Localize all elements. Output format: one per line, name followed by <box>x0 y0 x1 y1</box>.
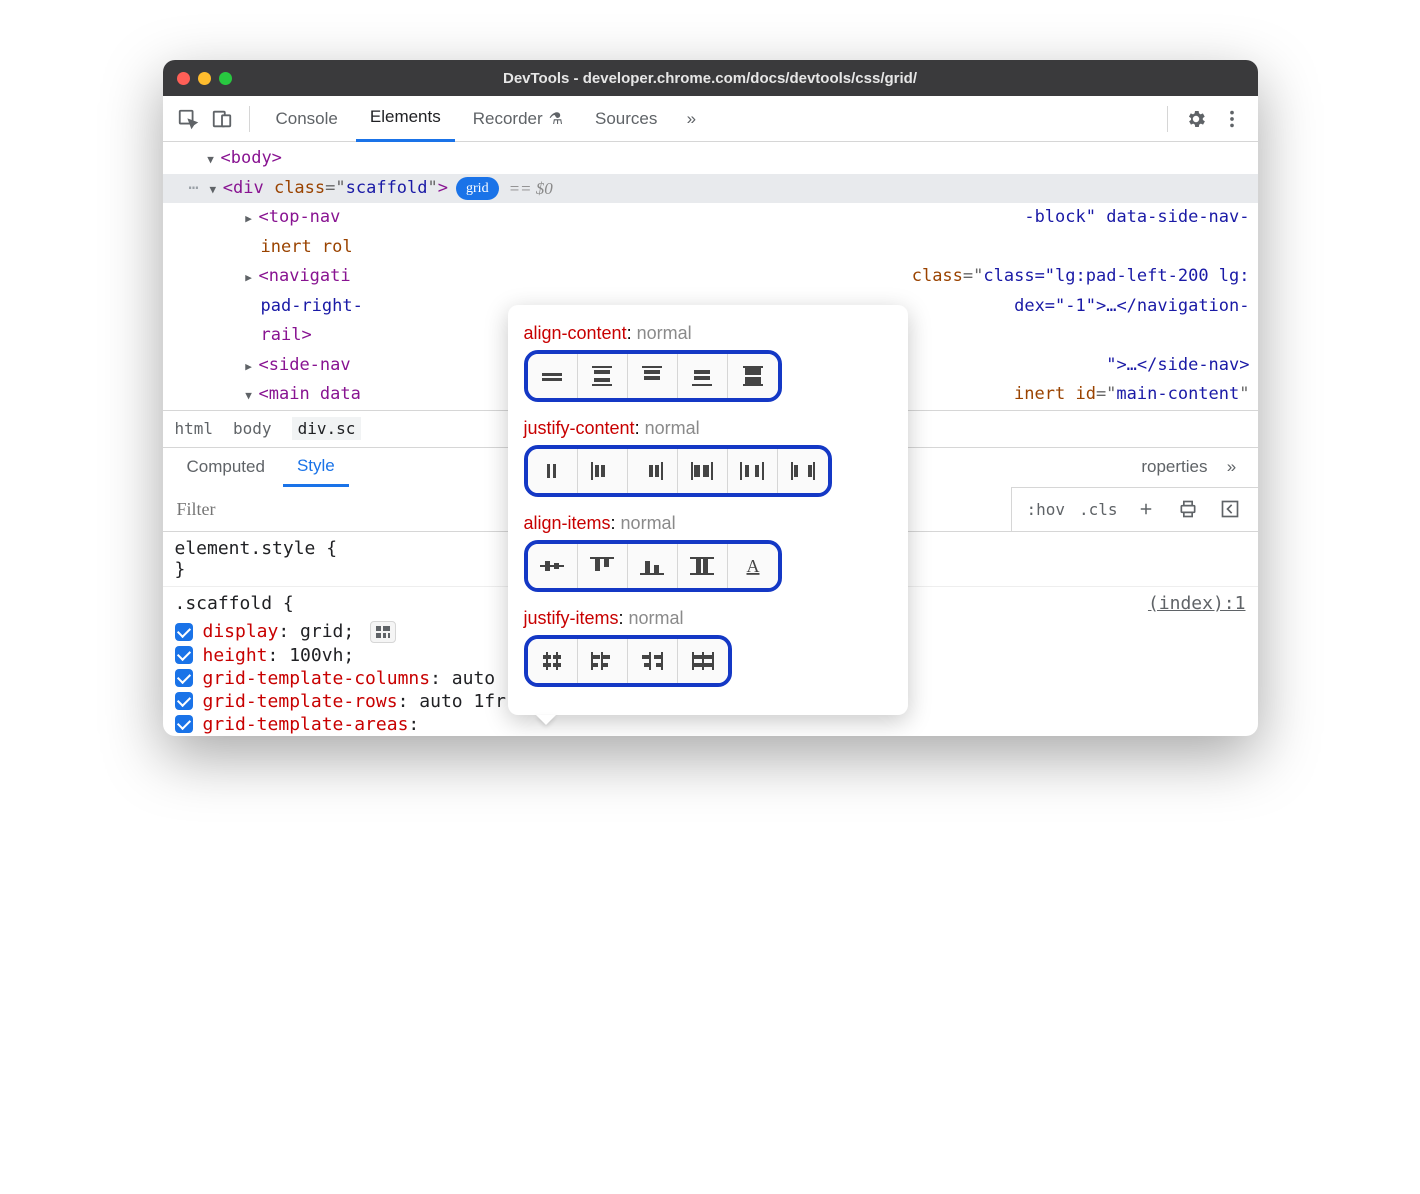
align-items-option[interactable] <box>678 544 728 588</box>
align-content-options <box>524 350 782 402</box>
align-content-option[interactable] <box>728 354 778 398</box>
tree-row[interactable]: inert rol <box>163 233 1258 263</box>
property-checkbox[interactable] <box>175 623 193 641</box>
disclosure-triangle-icon[interactable] <box>243 205 255 231</box>
justify-content-option[interactable] <box>728 449 778 493</box>
popover-row-label: align-items: normal <box>524 513 892 534</box>
overflow-icon[interactable]: ⋯ <box>189 176 201 202</box>
justify-items-options <box>524 635 732 687</box>
maximize-window-button[interactable] <box>219 72 232 85</box>
tree-row[interactable]: <navigati class="class="lg:pad-left-200 … <box>163 262 1258 292</box>
justify-items-option[interactable] <box>578 639 628 683</box>
disclosure-triangle-icon[interactable] <box>243 264 255 290</box>
property-checkbox[interactable] <box>175 715 193 733</box>
align-content-option[interactable] <box>628 354 678 398</box>
breadcrumb-item[interactable]: html <box>175 419 214 438</box>
disclosure-triangle-icon[interactable] <box>243 382 255 408</box>
justify-items-option[interactable] <box>528 639 578 683</box>
justify-content-option[interactable] <box>778 449 828 493</box>
popover-row-label: justify-items: normal <box>524 608 892 629</box>
property-checkbox[interactable] <box>175 669 193 687</box>
minimize-window-button[interactable] <box>198 72 211 85</box>
css-property-row[interactable]: grid-template-areas: <box>163 713 1258 736</box>
new-style-rule-button[interactable] <box>1132 495 1160 523</box>
tab-elements[interactable]: Elements <box>356 96 455 142</box>
source-link[interactable]: (index):1 <box>1148 593 1246 614</box>
cls-toggle[interactable]: .cls <box>1079 500 1118 519</box>
grid-badge[interactable]: grid <box>456 177 499 200</box>
more-subtabs-button[interactable]: » <box>1216 451 1248 483</box>
kebab-menu-icon[interactable] <box>1216 103 1248 135</box>
computed-panel-toggle-icon[interactable] <box>1216 495 1244 523</box>
align-items-options: A <box>524 540 782 592</box>
justify-content-option[interactable] <box>628 449 678 493</box>
titlebar: DevTools - developer.chrome.com/docs/dev… <box>163 60 1258 96</box>
flask-icon: ⚗ <box>549 109 563 129</box>
align-content-option[interactable] <box>528 354 578 398</box>
disclosure-triangle-icon[interactable] <box>205 146 217 172</box>
justify-content-option[interactable] <box>528 449 578 493</box>
tab-sources[interactable]: Sources <box>581 96 671 142</box>
align-content-option[interactable] <box>678 354 728 398</box>
devtools-window: DevTools - developer.chrome.com/docs/dev… <box>163 60 1258 736</box>
subtab-styles[interactable]: Style <box>283 447 349 487</box>
justify-items-option[interactable] <box>678 639 728 683</box>
breadcrumb-item[interactable]: div.sc <box>292 417 362 440</box>
subtab-computed[interactable]: Computed <box>173 447 279 487</box>
close-window-button[interactable] <box>177 72 190 85</box>
property-checkbox[interactable] <box>175 646 193 664</box>
popover-row-label: justify-content: normal <box>524 418 892 439</box>
justify-content-option[interactable] <box>578 449 628 493</box>
svg-text:A: A <box>746 556 759 576</box>
device-toolbar-icon[interactable] <box>207 104 237 134</box>
align-content-option[interactable] <box>578 354 628 398</box>
justify-content-option[interactable] <box>678 449 728 493</box>
disclosure-triangle-icon[interactable] <box>207 176 219 202</box>
window-title: DevTools - developer.chrome.com/docs/dev… <box>163 70 1258 87</box>
align-items-option[interactable] <box>578 544 628 588</box>
justify-items-option[interactable] <box>628 639 678 683</box>
hov-toggle[interactable]: :hov <box>1026 500 1065 519</box>
justify-content-options <box>524 445 832 497</box>
print-media-icon[interactable] <box>1174 495 1202 523</box>
tab-recorder[interactable]: Recorder ⚗ <box>459 96 577 142</box>
window-controls <box>177 72 232 85</box>
grid-editor-button[interactable] <box>370 621 396 643</box>
subtab-properties[interactable]: roperties <box>1127 447 1211 487</box>
tab-console[interactable]: Console <box>262 96 352 142</box>
align-items-option[interactable] <box>628 544 678 588</box>
grid-alignment-popover: align-content: normal justify-content: n… <box>508 305 908 715</box>
align-items-option[interactable] <box>528 544 578 588</box>
tree-row-selected[interactable]: ⋯ <div class="scaffold"> grid == $0 <box>163 174 1258 204</box>
align-items-option[interactable]: A <box>728 544 778 588</box>
more-tabs-button[interactable]: » <box>675 103 707 135</box>
settings-icon[interactable] <box>1180 103 1212 135</box>
inspect-element-icon[interactable] <box>173 104 203 134</box>
popover-row-label: align-content: normal <box>524 323 892 344</box>
main-toolbar: Console Elements Recorder ⚗ Sources » <box>163 96 1258 142</box>
property-checkbox[interactable] <box>175 692 193 710</box>
breadcrumb-item[interactable]: body <box>233 419 272 438</box>
tree-row[interactable]: <top-nav -block" data-side-nav- <box>163 203 1258 233</box>
disclosure-triangle-icon[interactable] <box>243 353 255 379</box>
tree-row[interactable]: <body> <box>163 144 1258 174</box>
